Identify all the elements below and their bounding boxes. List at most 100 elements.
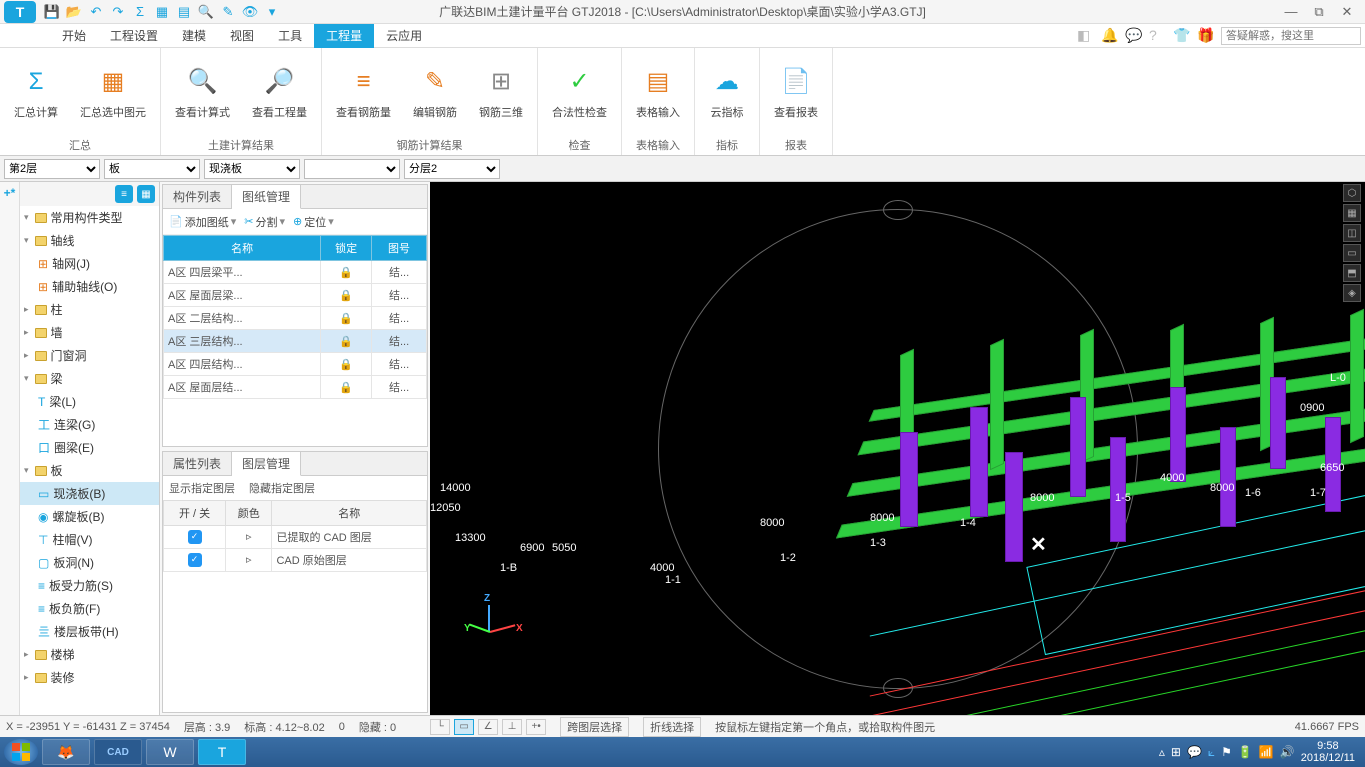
gift-icon[interactable]: 🎁 (1197, 27, 1215, 45)
snap-angle-icon[interactable]: ∠ (478, 719, 498, 735)
menu-tab-3[interactable]: 视图 (218, 24, 266, 48)
tree-item-9[interactable]: 工 连梁(G) (20, 413, 159, 436)
component-select[interactable] (304, 159, 400, 179)
ribbon-btn-5-0[interactable]: ☁云指标 (703, 62, 751, 122)
status-cross-layer[interactable]: 跨图层选择 (560, 717, 629, 737)
layer-select[interactable]: 分层2 (404, 159, 500, 179)
comp-toolbar-btn-1[interactable]: ✂分割 ▾ (244, 214, 285, 230)
qat-undo-icon[interactable]: ↶ (88, 4, 104, 20)
vp-tool-1[interactable]: ⬡ (1343, 184, 1361, 202)
shirt-icon[interactable]: 👕 (1173, 27, 1191, 45)
vp-tool-6[interactable]: ◈ (1343, 284, 1361, 302)
snap-perp-icon[interactable]: ⊥ (502, 719, 522, 735)
start-button[interactable] (4, 739, 38, 765)
qat-edit-icon[interactable]: ✎ (220, 4, 236, 20)
table-row[interactable]: A区 屋面层结...🔒结... (164, 376, 427, 399)
tree-item-13[interactable]: ◉ 螺旋板(B) (20, 505, 159, 528)
bell-icon[interactable]: 🔔 (1101, 27, 1119, 45)
tree-item-1[interactable]: 轴线 (20, 229, 159, 252)
tree-item-18[interactable]: 亖 楼层板带(H) (20, 620, 159, 643)
prop-tab-1[interactable]: 图层管理 (232, 452, 301, 476)
vp-tool-3[interactable]: ◫ (1343, 224, 1361, 242)
axis-gizmo[interactable]: Z X Y (460, 605, 520, 665)
menu-tab-6[interactable]: 云应用 (374, 24, 434, 48)
tree-item-0[interactable]: 常用构件类型 (20, 206, 159, 229)
skin-icon[interactable]: ◧ (1077, 27, 1095, 45)
tree-item-15[interactable]: ▢ 板洞(N) (20, 551, 159, 574)
tree-item-6[interactable]: 门窗洞 (20, 344, 159, 367)
tray-flag-icon[interactable]: ⚑ (1221, 745, 1232, 759)
tree-item-7[interactable]: 梁 (20, 367, 159, 390)
tray-wechat-icon[interactable]: 💬 (1187, 745, 1202, 759)
help-search-input[interactable] (1221, 27, 1361, 45)
prop-filter-1[interactable]: 隐藏指定图层 (249, 483, 315, 495)
ribbon-btn-4-0[interactable]: ▤表格输入 (630, 62, 686, 122)
qat-more-icon[interactable]: ▾ (264, 4, 280, 20)
tray-clock[interactable]: 9:582018/12/11 (1301, 740, 1355, 764)
qat-search-icon[interactable]: 🔍 (198, 4, 214, 20)
ribbon-btn-0-1[interactable]: ▦汇总选中图元 (74, 62, 152, 122)
tree-grid-view-icon[interactable]: ▦ (137, 185, 155, 203)
qat-sigma-icon[interactable]: Σ (132, 4, 148, 20)
menu-tab-0[interactable]: 开始 (50, 24, 98, 48)
qat-save-icon[interactable]: 💾 (44, 4, 60, 20)
layer-row[interactable]: ✓▹CAD 原始图层 (164, 548, 427, 571)
close-button[interactable]: ✕ (1337, 4, 1357, 20)
menu-tab-1[interactable]: 工程设置 (98, 24, 170, 48)
table-row[interactable]: A区 二层结构...🔒结... (164, 307, 427, 330)
tree-list-view-icon[interactable]: ≡ (115, 185, 133, 203)
snap-endpoint-icon[interactable]: └ (430, 719, 450, 735)
tree-item-12[interactable]: ▭ 现浇板(B) (20, 482, 159, 505)
add-tool-icon[interactable]: +* (0, 182, 19, 200)
menu-tab-5[interactable]: 工程量 (314, 24, 374, 48)
table-row[interactable]: A区 屋面层梁...🔒结... (164, 284, 427, 307)
table-row[interactable]: A区 四层结构...🔒结... (164, 353, 427, 376)
ribbon-btn-6-0[interactable]: 📄查看报表 (768, 62, 824, 122)
tray-volume-icon[interactable]: 🔊 (1280, 745, 1295, 759)
layer-row[interactable]: ✓▹已提取的 CAD 图层 (164, 525, 427, 548)
tree-item-14[interactable]: ⊤ 柱帽(V) (20, 528, 159, 551)
comp-toolbar-btn-2[interactable]: ⊕定位 ▾ (293, 214, 334, 230)
chat-icon[interactable]: 💬 (1125, 27, 1143, 45)
tray-battery-icon[interactable]: 🔋 (1238, 745, 1253, 759)
tray-windows-icon[interactable]: ⊞ (1171, 745, 1181, 759)
qat-layers-icon[interactable]: ▤ (176, 4, 192, 20)
floor-select[interactable]: 第2层 (4, 159, 100, 179)
ribbon-btn-2-2[interactable]: ⊞钢筋三维 (473, 62, 529, 122)
tree-item-11[interactable]: 板 (20, 459, 159, 482)
snap-plus-icon[interactable]: +• (526, 719, 546, 735)
menu-tab-4[interactable]: 工具 (266, 24, 314, 48)
category-select[interactable]: 板 (104, 159, 200, 179)
tray-wifi-icon[interactable]: 📶 (1259, 745, 1274, 759)
tree-item-17[interactable]: ≡ 板负筋(F) (20, 597, 159, 620)
vp-tool-5[interactable]: ⬒ (1343, 264, 1361, 282)
vp-tool-2[interactable]: ▦ (1343, 204, 1361, 222)
snap-ortho-icon[interactable]: ▭ (454, 719, 474, 735)
ribbon-btn-1-0[interactable]: 🔍查看计算式 (169, 62, 236, 122)
tree-item-3[interactable]: ⊞ 辅助轴线(O) (20, 275, 159, 298)
qat-redo-icon[interactable]: ↷ (110, 4, 126, 20)
tree-item-10[interactable]: 口 圈梁(E) (20, 436, 159, 459)
table-row[interactable]: A区 四层梁平...🔒结... (164, 261, 427, 284)
ribbon-btn-0-0[interactable]: Σ汇总计算 (8, 62, 64, 122)
ribbon-btn-2-0[interactable]: ≡查看钢筋量 (330, 62, 397, 122)
minimize-button[interactable]: — (1281, 4, 1301, 20)
comp-toolbar-btn-0[interactable]: 📄添加图纸 ▾ (169, 214, 236, 230)
table-row[interactable]: A区 三层结构...🔒结... (164, 330, 427, 353)
vp-tool-4[interactable]: ▭ (1343, 244, 1361, 262)
ribbon-btn-2-1[interactable]: ✎编辑钢筋 (407, 62, 463, 122)
help-icon[interactable]: ? (1149, 27, 1167, 45)
ribbon-btn-3-0[interactable]: ✓合法性检查 (546, 62, 613, 122)
comp-tab-1[interactable]: 图纸管理 (232, 185, 301, 209)
tree-item-16[interactable]: ≡ 板受力筋(S) (20, 574, 159, 597)
qat-open-icon[interactable]: 📂 (66, 4, 82, 20)
taskbar-gtj[interactable]: T (198, 739, 246, 765)
taskbar-firefox[interactable]: 🦊 (42, 739, 90, 765)
qat-eye-icon[interactable]: 👁 (242, 4, 258, 20)
ribbon-btn-1-1[interactable]: 🔎查看工程量 (246, 62, 313, 122)
prop-filter-0[interactable]: 显示指定图层 (169, 483, 235, 495)
3d-viewport[interactable]: ✕ 140001205013300690050501-B40001-11-280… (430, 182, 1365, 715)
tree-item-20[interactable]: 装修 (20, 666, 159, 689)
comp-tab-0[interactable]: 构件列表 (163, 185, 232, 208)
tree-item-8[interactable]: T 梁(L) (20, 390, 159, 413)
